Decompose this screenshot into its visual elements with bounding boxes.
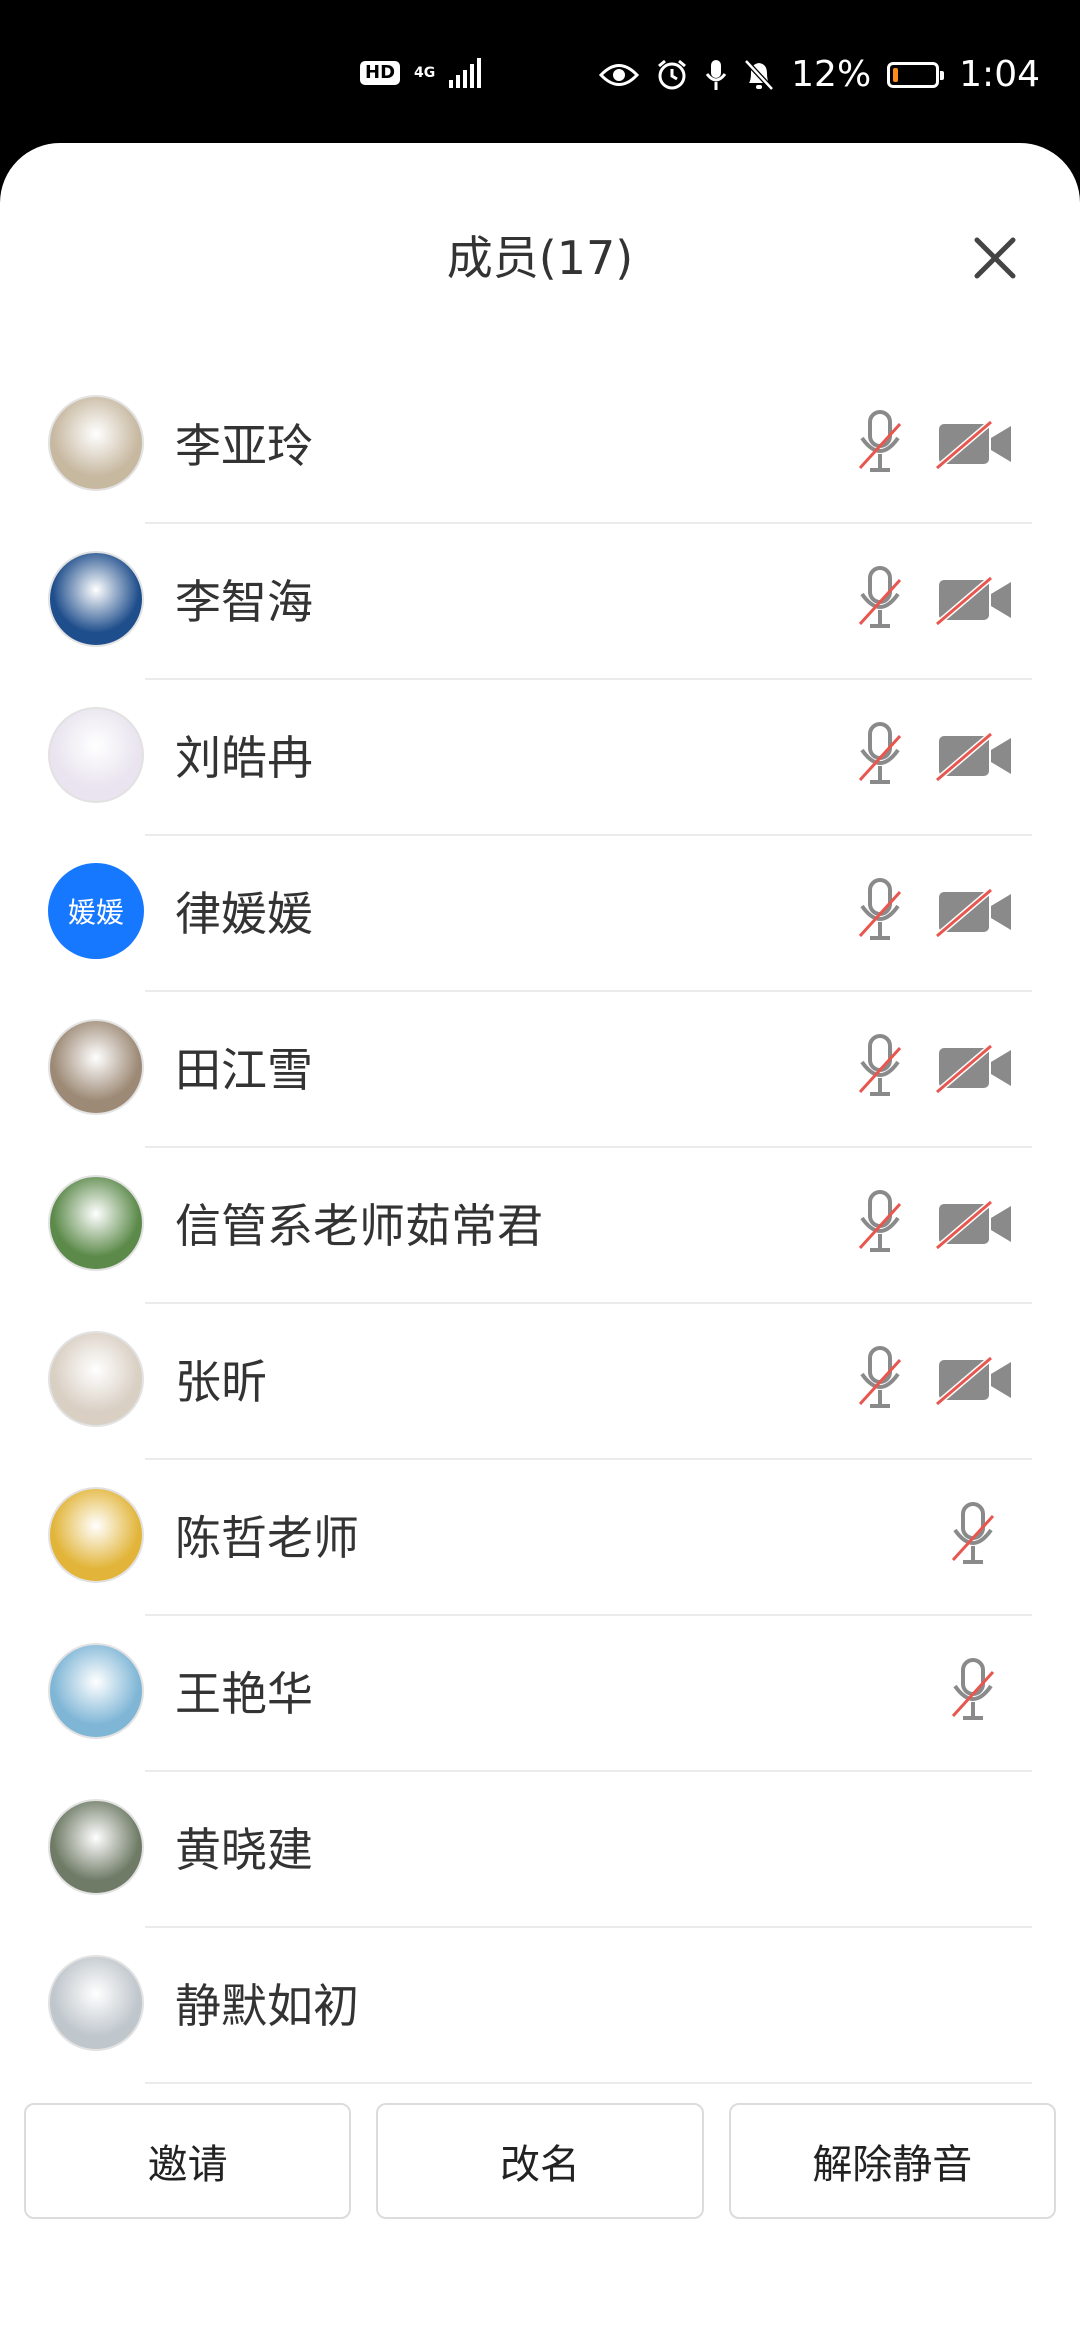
member-row[interactable]: 静默如初	[0, 1928, 1080, 2084]
microphone-status-icon	[705, 58, 727, 92]
member-row[interactable]: 媛媛 律媛媛	[0, 836, 1080, 992]
camera-off-icon	[935, 730, 1015, 783]
member-row[interactable]: 陈哲老师	[0, 1460, 1080, 1616]
members-sheet: 成员(17) 李亚玲 李智海 刘皓冉 媛媛 律媛媛 田江雪 信管系老师茹常君 张…	[0, 143, 1080, 2340]
bell-muted-icon	[743, 58, 775, 92]
mic-muted-icon	[852, 562, 908, 634]
mic-muted-icon	[852, 874, 908, 946]
member-row[interactable]: 信管系老师茹常君	[0, 1148, 1080, 1304]
mic-muted-icon	[945, 1498, 1001, 1570]
status-icons: 12% 1:04	[599, 50, 1040, 100]
clock: 1:04	[959, 54, 1040, 95]
network-type: 4G	[414, 65, 436, 81]
member-row[interactable]: 李亚玲	[0, 368, 1080, 524]
hd-badge: HD	[360, 61, 401, 85]
avatar	[48, 1799, 144, 1895]
avatar	[48, 395, 144, 491]
battery-icon	[887, 62, 945, 88]
member-list: 李亚玲 李智海 刘皓冉 媛媛 律媛媛 田江雪 信管系老师茹常君 张昕 陈哲老师 …	[0, 368, 1080, 2084]
camera-off-icon	[935, 1354, 1015, 1407]
member-row[interactable]: 李智海	[0, 524, 1080, 680]
invite-button[interactable]: 邀请	[24, 2103, 352, 2219]
member-name: 刘皓冉	[175, 731, 313, 785]
eye-icon	[599, 62, 640, 88]
sheet-title: 成员(17)	[446, 231, 634, 285]
camera-off-icon	[935, 1042, 1015, 1095]
alarm-icon	[655, 58, 689, 92]
member-name: 信管系老师茹常君	[175, 1199, 543, 1253]
member-row[interactable]: 张昕	[0, 1304, 1080, 1460]
avatar	[48, 707, 144, 803]
member-name: 李智海	[175, 575, 313, 629]
status-bar: HD 4G 12% 1:04	[0, 0, 1080, 150]
member-name: 田江雪	[175, 1043, 313, 1097]
mic-muted-icon	[852, 718, 908, 790]
battery-percent: 12%	[791, 54, 872, 95]
member-row[interactable]: 黄晓建	[0, 1772, 1080, 1928]
avatar	[48, 1643, 144, 1739]
member-row[interactable]: 王艳华	[0, 1616, 1080, 1772]
mic-muted-icon	[852, 406, 908, 478]
camera-off-icon	[935, 1198, 1015, 1251]
action-bar: 邀请 改名 解除静音	[24, 2103, 1056, 2219]
avatar	[48, 1487, 144, 1583]
close-icon[interactable]	[972, 235, 1018, 281]
member-row[interactable]: 刘皓冉	[0, 680, 1080, 836]
member-name: 黄晓建	[175, 1823, 313, 1877]
mic-muted-icon	[945, 1654, 1001, 1726]
camera-off-icon	[935, 574, 1015, 627]
avatar	[48, 1175, 144, 1271]
member-name: 陈哲老师	[175, 1511, 359, 1565]
mic-muted-icon	[852, 1342, 908, 1414]
avatar	[48, 551, 144, 647]
avatar	[48, 1019, 144, 1115]
mic-muted-icon	[852, 1186, 908, 1258]
avatar-text: 媛媛	[67, 896, 124, 929]
member-name: 张昕	[175, 1355, 267, 1409]
member-name: 静默如初	[175, 1979, 359, 2033]
camera-off-icon	[935, 886, 1015, 939]
avatar: 媛媛	[48, 863, 144, 959]
member-name: 李亚玲	[175, 419, 313, 473]
unmute-button[interactable]: 解除静音	[728, 2103, 1056, 2219]
signal-icon	[449, 58, 482, 88]
camera-off-icon	[935, 418, 1015, 471]
mic-muted-icon	[852, 1030, 908, 1102]
member-name: 律媛媛	[175, 887, 313, 941]
rename-button[interactable]: 改名	[376, 2103, 704, 2219]
avatar	[48, 1331, 144, 1427]
avatar	[48, 1955, 144, 2051]
member-name: 王艳华	[175, 1667, 313, 1721]
network-indicators: HD 4G	[360, 58, 482, 88]
member-row[interactable]: 田江雪	[0, 992, 1080, 1148]
